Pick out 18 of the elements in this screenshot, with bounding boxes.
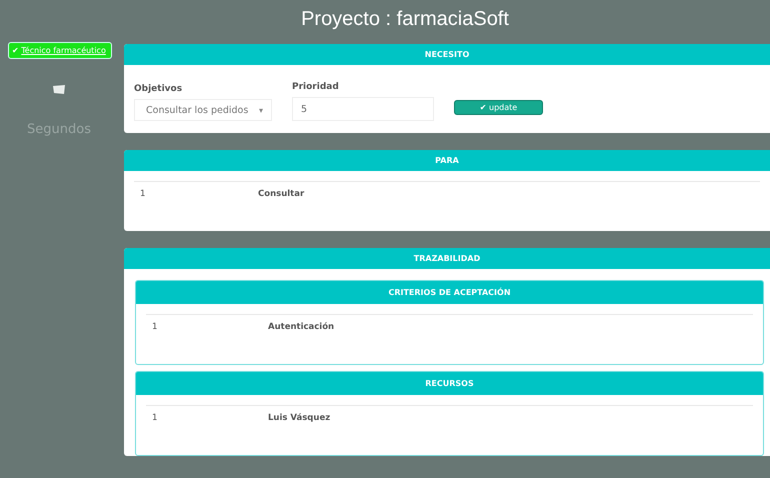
table-cell: Autenticación — [268, 322, 334, 332]
prioridad-field[interactable]: 5 — [292, 97, 434, 121]
panel-title: TRAZABILIDAD — [414, 254, 480, 263]
panel-title: NECESITO — [424, 50, 470, 59]
table-cell-text: 1 — [152, 413, 158, 423]
field-label: Prioridad — [292, 82, 340, 92]
table-cell: Luis Vásquez — [268, 413, 330, 423]
note-icon — [53, 85, 65, 94]
update-button[interactable]: ✔ update — [454, 100, 543, 115]
table-cell: Consultar — [258, 189, 304, 199]
table-cell-text: 1 — [140, 189, 146, 199]
objetivos-select[interactable]: Consultar los pedidos ▾ — [134, 99, 272, 121]
section-title: RECURSOS — [425, 379, 474, 388]
project-title: Proyecto : farmaciaSoft — [301, 8, 509, 30]
section-title: CRITERIOS DE ACEPTACIÓN — [388, 288, 511, 297]
field-label: Objetivos — [134, 84, 184, 94]
table-cell-text: 1 — [152, 322, 158, 332]
panel-title: PARA — [435, 156, 459, 165]
